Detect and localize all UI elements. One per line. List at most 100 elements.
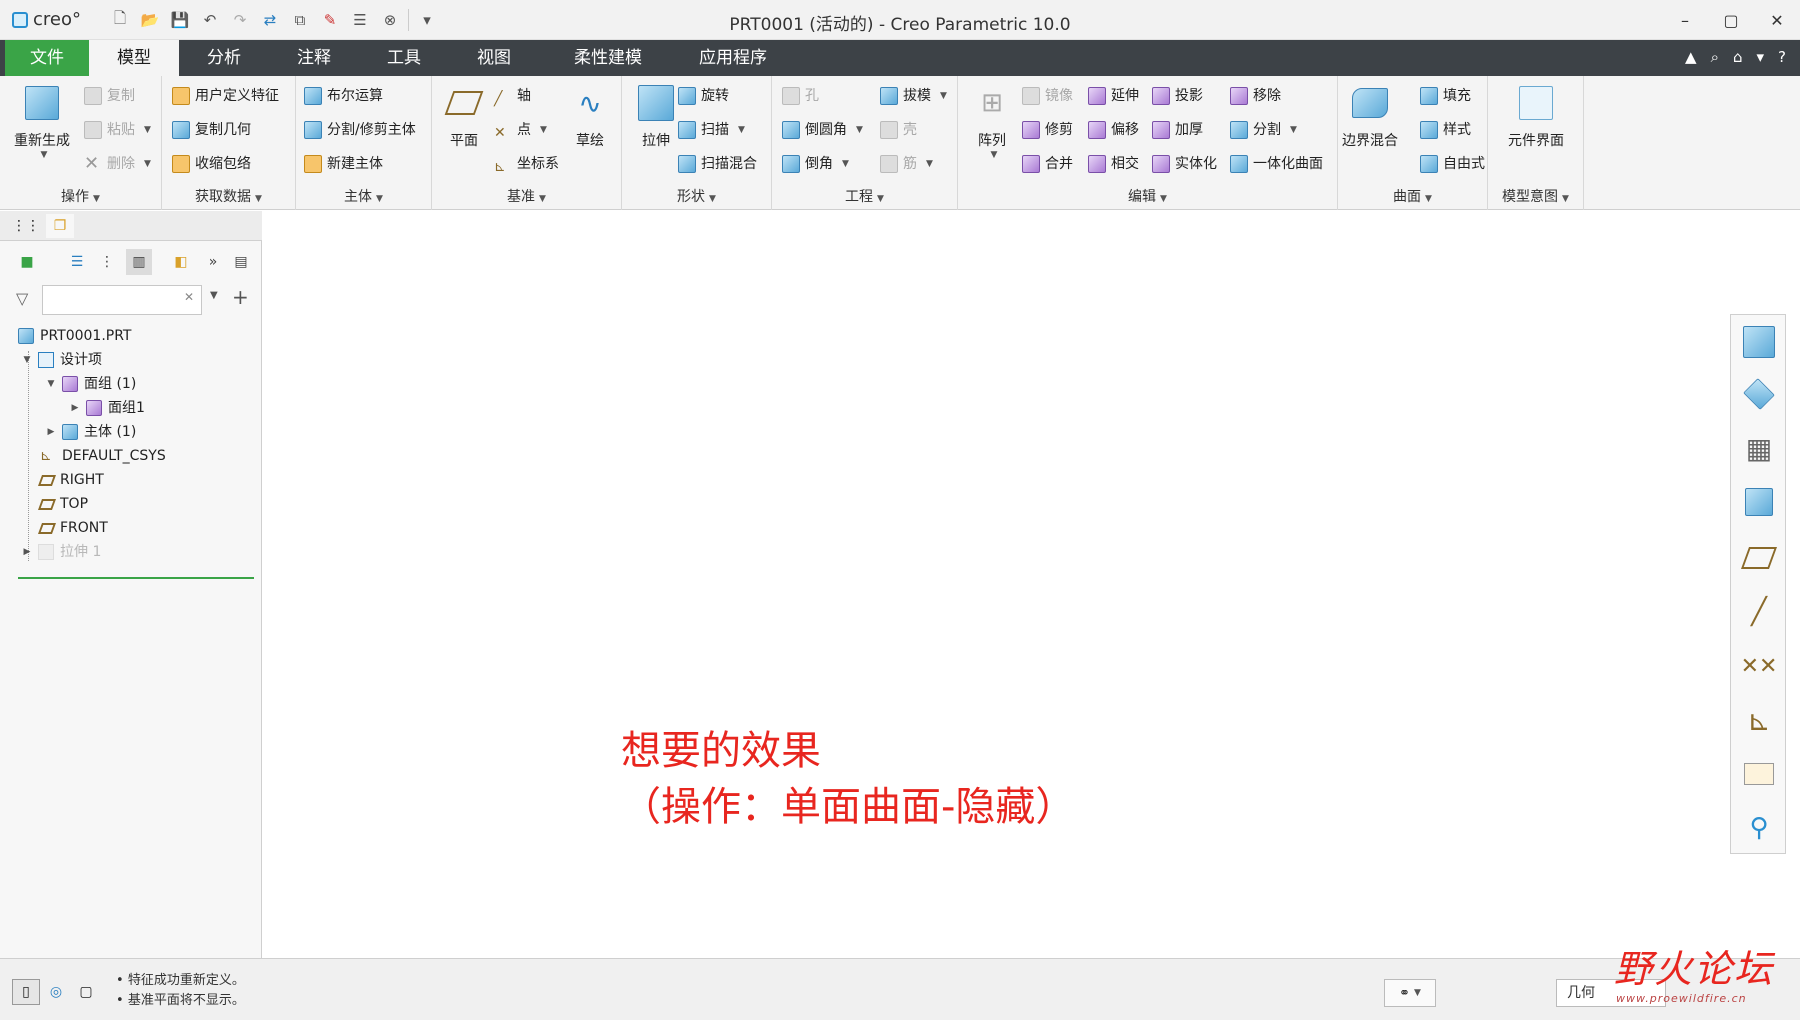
group-label-get-data[interactable]: 获取数据 ▼ [162,186,295,206]
regenerate-button[interactable]: 重新生成 ▼ [10,82,74,160]
layers-icon[interactable]: ☰ [348,8,372,32]
sweep-button[interactable]: 扫描 ▼ [678,118,745,142]
redo-icon[interactable]: ↷ [228,8,252,32]
split-button[interactable]: 分割 ▼ [1230,118,1297,142]
document-icon[interactable]: ▤ [228,249,254,275]
chamfer-button[interactable]: 倒角 ▼ [782,152,849,176]
tab-file[interactable]: 文件 [5,40,89,76]
undo-icon[interactable]: ↶ [198,8,222,32]
plane-button[interactable]: 平面 [432,82,496,150]
minimize-button[interactable]: – [1662,0,1708,40]
tree-list-icon[interactable]: ☰ [64,249,90,275]
model-tree-tab-icon[interactable]: ⋮⋮ [12,214,40,238]
shrinkwrap-button[interactable]: 收缩包络 [172,152,251,176]
find-button[interactable]: ⚭ ▼ [1384,979,1436,1007]
tree-node-front[interactable]: FRONT [37,517,108,539]
freestyle-button[interactable]: 自由式 [1420,152,1485,176]
close-button[interactable]: ✕ [1754,0,1800,40]
tree-node-design-items[interactable]: ▼ 设计项 [22,349,102,371]
tree-expand-icon[interactable]: ⋮ [94,249,120,275]
thicken-button[interactable]: 加厚 [1152,118,1203,142]
perspective-icon[interactable] [1739,479,1779,525]
boundary-blend-button[interactable]: 边界混合 [1338,82,1402,150]
save-icon[interactable]: 💾 [168,8,192,32]
expand-icon[interactable]: ▶ [22,541,32,563]
cube-icon[interactable]: ■ [14,249,40,275]
offset-button[interactable]: 偏移 [1088,118,1139,142]
collapse-ribbon-icon[interactable]: ▲ [1685,48,1697,66]
tab-flexible-modeling[interactable]: 柔性建模 [549,40,667,76]
group-label-engineering[interactable]: 工程 ▼ [772,186,957,206]
browser-icon[interactable]: ◎ [42,979,70,1005]
tab-analysis[interactable]: 分析 [179,40,269,76]
graphics-window[interactable] [263,211,1800,958]
learning-icon[interactable]: ⌂ [1733,48,1743,66]
split-trim-body-button[interactable]: 分割/修剪主体 [304,118,416,142]
intersect-button[interactable]: 相交 [1088,152,1139,176]
draft-button[interactable]: 拔模 ▼ [880,84,947,108]
rib-button[interactable]: 筋 ▼ [880,152,933,176]
pattern-button[interactable]: ⊞ 阵列 ▼ [960,82,1024,160]
settings-icon[interactable]: ◧ [168,249,194,275]
trim-button[interactable]: 修剪 [1022,118,1073,142]
group-label-operations[interactable]: 操作 ▼ [0,186,161,206]
add-icon[interactable]: + [232,285,249,309]
search-icon[interactable]: ⌕ [1711,48,1719,66]
sketch-button[interactable]: ∿ 草绘 [558,82,622,150]
show-navigator-icon[interactable]: ▯ [12,979,40,1005]
tab-tools[interactable]: 工具 [359,40,449,76]
remove-button[interactable]: 移除 [1230,84,1281,108]
tree-node-bodies[interactable]: ▶ 主体 (1) [46,421,136,443]
group-label-datum[interactable]: 基准 ▼ [432,186,621,206]
swept-blend-button[interactable]: 扫描混合 [678,152,757,176]
insert-here-marker[interactable] [18,577,254,579]
tree-node-root[interactable]: PRT0001.PRT [18,325,132,347]
window-icon[interactable]: ⧉ [288,8,312,32]
group-label-body[interactable]: 主体 ▼ [296,186,431,206]
filter-icon[interactable]: ▽ [16,289,28,308]
tab-annotate[interactable]: 注释 [269,40,359,76]
folder-browser-tab-icon[interactable]: ❐ [46,214,74,238]
extend-button[interactable]: 延伸 [1088,84,1139,108]
tab-applications[interactable]: 应用程序 [677,40,789,76]
boolean-button[interactable]: 布尔运算 [304,84,383,108]
solidify-button[interactable]: 实体化 [1152,152,1217,176]
collapse-icon[interactable]: ▼ [22,349,32,371]
expand-icon[interactable]: ▶ [46,421,56,443]
shell-button[interactable]: 壳 [880,118,917,142]
style-button[interactable]: 样式 [1420,118,1471,142]
new-icon[interactable]: 🗋 [108,8,132,32]
group-label-surfaces[interactable]: 曲面 ▼ [1338,186,1487,206]
saved-orientations-icon[interactable] [1739,319,1779,365]
fill-button[interactable]: 填充 [1420,84,1471,108]
paste-button[interactable]: 粘贴 ▼ [84,118,151,142]
unify-surface-button[interactable]: 一体化曲面 [1230,152,1323,176]
csys-button[interactable]: ⊾ 坐标系 [494,152,559,176]
tree-node-quilt1[interactable]: ▶ 面组1 [70,397,145,419]
tab-model[interactable]: 模型 [89,40,179,76]
tree-node-top[interactable]: TOP [37,493,88,515]
regenerate-icon[interactable]: ⇄ [258,8,282,32]
copy-geometry-button[interactable]: 复制几何 [172,118,251,142]
annotation-display-icon[interactable] [1739,751,1779,797]
udf-button[interactable]: 用户定义特征 [172,84,279,108]
revolve-button[interactable]: 旋转 [678,84,729,108]
round-button[interactable]: 倒圆角 ▼ [782,118,863,142]
csys-display-icon[interactable]: ⊾ [1739,697,1779,743]
spin-center-icon[interactable]: ⚲ [1739,805,1779,851]
component-interface-button[interactable]: 元件界面 [1492,82,1580,150]
tree-search-input[interactable] [42,285,202,315]
help-icon[interactable]: ? [1778,48,1786,66]
new-body-button[interactable]: 新建主体 [304,152,383,176]
clear-search-icon[interactable]: ✕ [184,290,194,304]
chevron-down-icon[interactable]: ▼ [210,290,218,301]
columns-icon[interactable]: ▥ [126,249,152,275]
open-icon[interactable]: 📂 [138,8,162,32]
chevron-down-icon[interactable]: ▾ [1757,48,1765,66]
plane-display-icon[interactable] [1739,535,1779,581]
point-button[interactable]: ✕ 点 ▼ [494,118,547,142]
axis-button[interactable]: ╱ 轴 [494,84,531,108]
group-label-model-intent[interactable]: 模型意图 ▼ [1488,186,1583,206]
collapse-icon[interactable]: ▼ [46,373,56,395]
tree-node-extrude1[interactable]: ▶ 拉伸 1 [22,541,101,563]
